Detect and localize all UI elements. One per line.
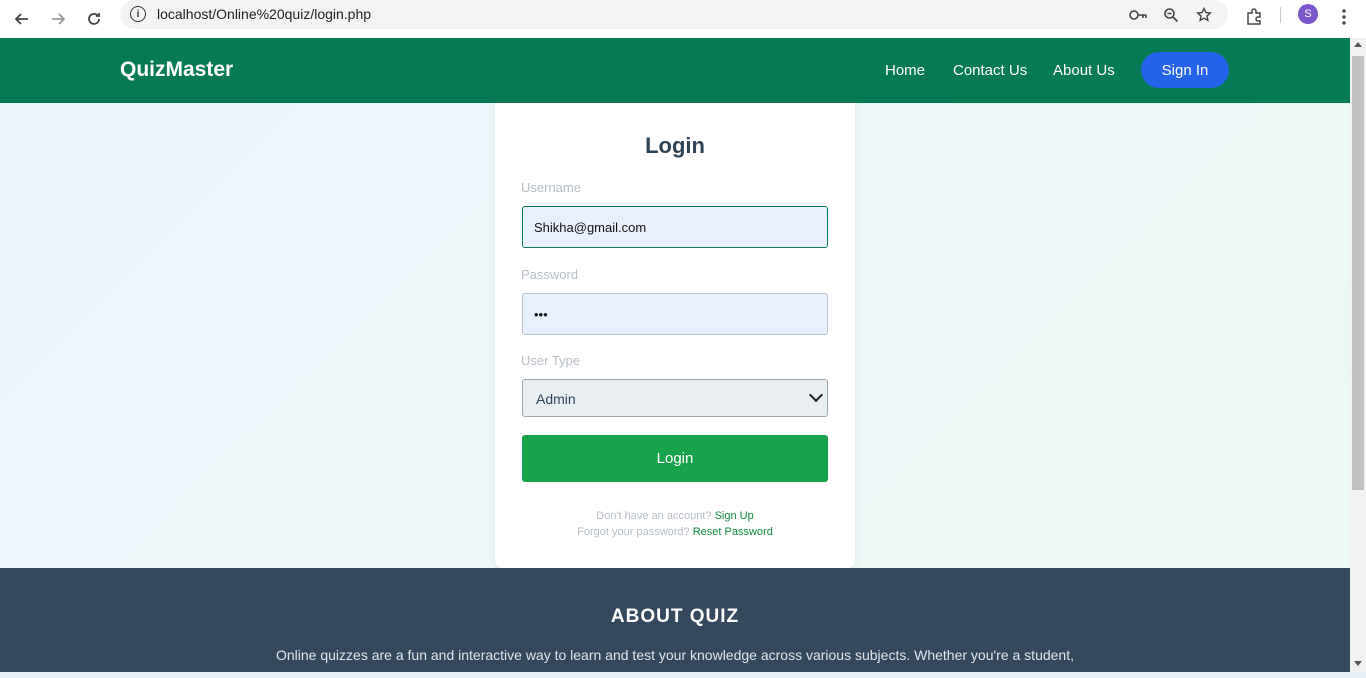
key-icon[interactable] xyxy=(1128,5,1148,25)
forgot-prompt: Forgot your password? xyxy=(577,526,690,538)
login-title: Login xyxy=(645,133,705,158)
scrollbar[interactable] xyxy=(1350,38,1366,672)
address-bar[interactable]: i localhost/Online%20quiz/login.php xyxy=(120,0,1228,29)
site-info-icon[interactable]: i xyxy=(130,6,146,22)
username-label: Username xyxy=(521,180,581,195)
scroll-up-icon[interactable] xyxy=(1354,42,1362,47)
kebab-menu-icon[interactable] xyxy=(1331,4,1357,30)
page-viewport: QuizMaster Home Contact Us About Us Sign… xyxy=(0,38,1350,672)
sign-up-link[interactable]: Sign Up xyxy=(715,510,754,522)
profile-avatar[interactable]: S xyxy=(1298,4,1318,24)
password-field[interactable] xyxy=(522,293,828,335)
reset-password-link[interactable]: Reset Password xyxy=(693,526,773,538)
user-type-select[interactable]: Admin xyxy=(522,379,828,417)
site-header: QuizMaster Home Contact Us About Us Sign… xyxy=(0,38,1350,103)
scrollbar-thumb[interactable] xyxy=(1352,56,1364,490)
signup-note: Don't have an account? Sign Up xyxy=(495,510,855,522)
back-arrow-icon[interactable] xyxy=(8,5,36,33)
footer-text: Online quizzes are a fun and interactive… xyxy=(276,647,1074,663)
star-icon[interactable] xyxy=(1194,5,1214,25)
sign-in-button[interactable]: Sign In xyxy=(1141,52,1229,88)
bottom-strip xyxy=(0,672,1366,678)
password-label: Password xyxy=(521,267,579,282)
login-card: Login Username Password User Type Admin … xyxy=(495,103,855,568)
scroll-down-icon[interactable] xyxy=(1354,661,1362,666)
brand-logo[interactable]: QuizMaster xyxy=(120,58,233,82)
chevron-down-icon xyxy=(808,387,824,403)
user-type-label: User Type xyxy=(521,353,581,368)
nav-contact-us[interactable]: Contact Us xyxy=(953,62,1027,79)
footer-title: ABOUT QUIZ xyxy=(610,606,740,627)
address-url[interactable]: localhost/Online%20quiz/login.php xyxy=(157,6,371,22)
signup-prompt: Don't have an account? xyxy=(596,510,712,522)
forgot-note: Forgot your password? Reset Password xyxy=(495,526,855,538)
toolbar-separator xyxy=(1280,7,1281,23)
user-type-value: Admin xyxy=(536,391,576,407)
puzzle-icon[interactable] xyxy=(1241,4,1267,30)
footer: ABOUT QUIZ Online quizzes are a fun and … xyxy=(0,568,1350,672)
forward-arrow-icon[interactable] xyxy=(44,5,72,33)
reload-icon[interactable] xyxy=(80,5,108,33)
nav-about-us[interactable]: About Us xyxy=(1053,62,1115,79)
nav-home[interactable]: Home xyxy=(885,62,925,79)
browser-toolbar: i localhost/Online%20quiz/login.php S xyxy=(0,0,1366,38)
login-button[interactable]: Login xyxy=(522,435,828,482)
zoom-icon[interactable] xyxy=(1161,5,1181,25)
username-field[interactable] xyxy=(522,206,828,248)
